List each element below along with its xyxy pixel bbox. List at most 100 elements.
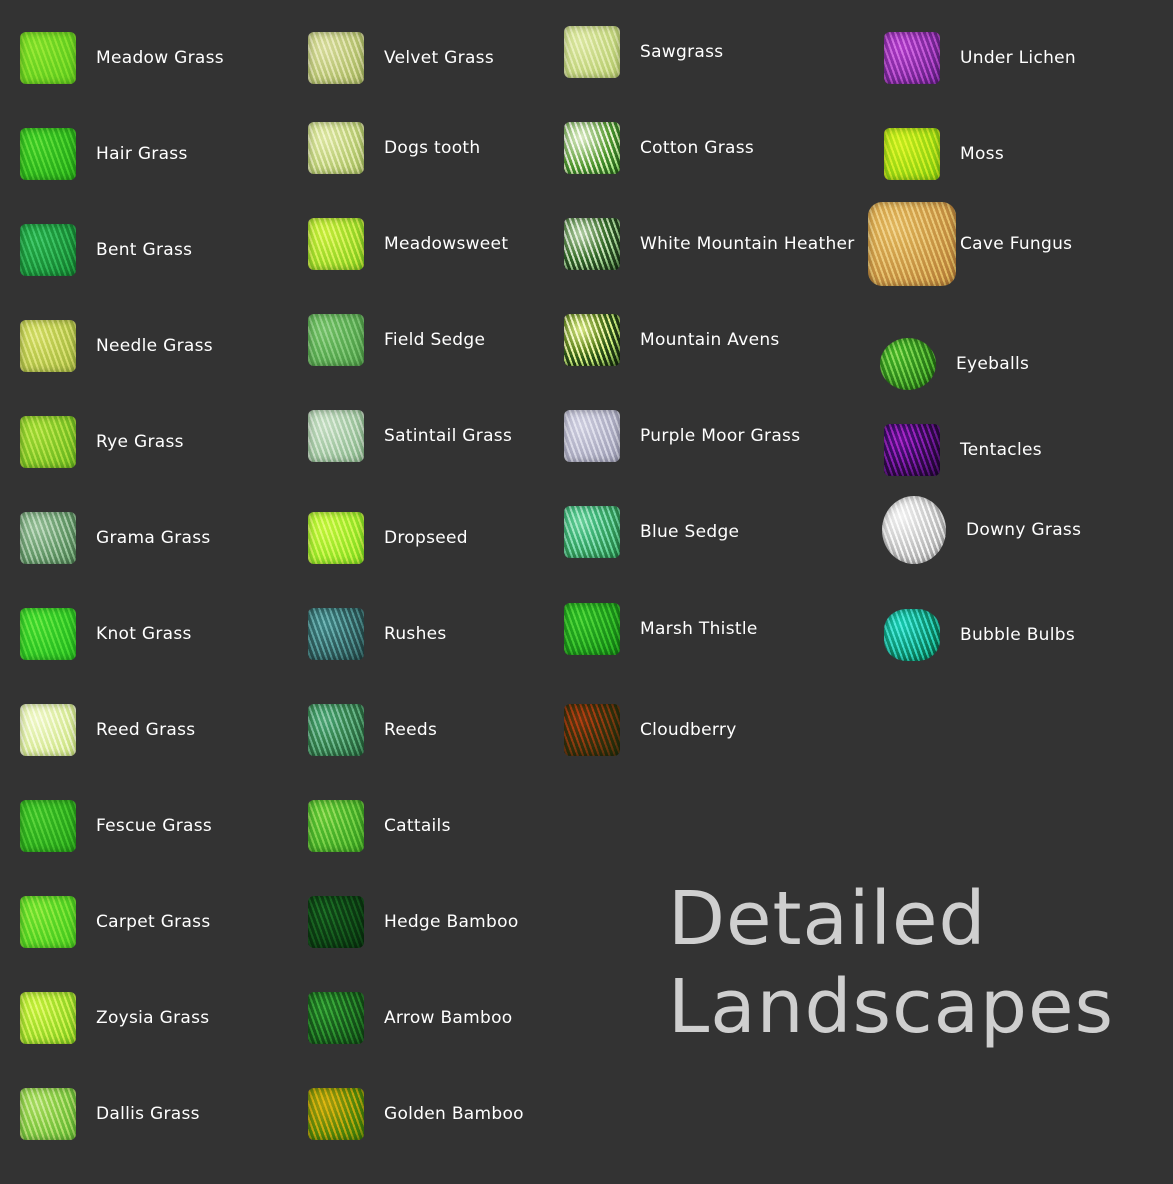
item-label: Rushes (384, 624, 447, 644)
item-tentacles[interactable]: Tentacles (884, 420, 1042, 480)
item-label: Blue Sedge (640, 522, 740, 542)
item-reed-grass[interactable]: Reed Grass (20, 700, 195, 760)
item-label: Reed Grass (96, 720, 196, 740)
rye-grass-icon (20, 416, 76, 468)
item-marsh-thistle[interactable]: Marsh Thistle (564, 599, 758, 659)
item-label: Meadowsweet (384, 234, 509, 254)
satintail-grass-icon (308, 410, 364, 462)
bent-grass-icon (20, 224, 76, 276)
item-bubble-bulbs[interactable]: Bubble Bulbs (884, 605, 1075, 665)
cloudberry-icon (564, 704, 620, 756)
field-sedge-icon (308, 314, 364, 366)
arrow-bamboo-icon (308, 992, 364, 1044)
item-meadowsweet[interactable]: Meadowsweet (308, 214, 508, 274)
item-moss[interactable]: Moss (884, 124, 1004, 184)
item-label: Rye Grass (96, 432, 184, 452)
item-label: Bent Grass (96, 240, 193, 260)
item-satintail-grass[interactable]: Satintail Grass (308, 406, 512, 466)
item-carpet-grass[interactable]: Carpet Grass (20, 892, 211, 952)
item-label: Hedge Bamboo (384, 912, 519, 932)
marsh-thistle-icon (564, 603, 620, 655)
rushes-icon (308, 608, 364, 660)
item-label: White Mountain Heather (640, 234, 855, 254)
item-reeds[interactable]: Reeds (308, 700, 437, 760)
item-blue-sedge[interactable]: Blue Sedge (564, 502, 739, 562)
grama-grass-icon (20, 512, 76, 564)
reed-grass-icon (20, 704, 76, 756)
item-label: Tentacles (960, 440, 1042, 460)
hedge-bamboo-icon (308, 896, 364, 948)
item-cloudberry[interactable]: Cloudberry (564, 700, 737, 760)
item-meadow-grass[interactable]: Meadow Grass (20, 28, 224, 88)
sawgrass-icon (564, 26, 620, 78)
item-label: Bubble Bulbs (960, 625, 1076, 645)
item-dallis-grass[interactable]: Dallis Grass (20, 1084, 200, 1144)
hair-grass-icon (20, 128, 76, 180)
item-purple-moor-grass[interactable]: Purple Moor Grass (564, 406, 800, 466)
item-velvet-grass[interactable]: Velvet Grass (308, 28, 494, 88)
item-label: Sawgrass (640, 42, 724, 62)
moss-icon (884, 128, 940, 180)
zoysia-grass-icon (20, 992, 76, 1044)
item-hedge-bamboo[interactable]: Hedge Bamboo (308, 892, 519, 952)
item-downy-grass[interactable]: Downy Grass (882, 496, 1082, 564)
item-rushes[interactable]: Rushes (308, 604, 447, 664)
meadowsweet-icon (308, 218, 364, 270)
item-label: Velvet Grass (384, 48, 494, 68)
item-dogs-tooth[interactable]: Dogs tooth (308, 118, 480, 178)
item-field-sedge[interactable]: Field Sedge (308, 310, 485, 370)
item-label: Knot Grass (96, 624, 192, 644)
title-line-2: Landscapes (668, 964, 1115, 1050)
item-label: Cloudberry (640, 720, 737, 740)
item-cave-fungus[interactable]: Cave Fungus (868, 202, 1073, 286)
item-label: Hair Grass (96, 144, 188, 164)
dogs-tooth-icon (308, 122, 364, 174)
needle-grass-icon (20, 320, 76, 372)
item-zoysia-grass[interactable]: Zoysia Grass (20, 988, 209, 1048)
item-golden-bamboo[interactable]: Golden Bamboo (308, 1084, 524, 1144)
item-white-mountain-heather[interactable]: White Mountain Heather (564, 214, 855, 274)
item-label: Needle Grass (96, 336, 213, 356)
item-label: Cave Fungus (960, 234, 1073, 254)
cattails-icon (308, 800, 364, 852)
item-label: Field Sedge (384, 330, 486, 350)
dropseed-icon (308, 512, 364, 564)
item-under-lichen[interactable]: Under Lichen (884, 28, 1076, 88)
item-dropseed[interactable]: Dropseed (308, 508, 468, 568)
item-label: Downy Grass (966, 520, 1082, 540)
item-cattails[interactable]: Cattails (308, 796, 451, 856)
purple-moor-grass-icon (564, 410, 620, 462)
item-label: Satintail Grass (384, 426, 513, 446)
golden-bamboo-icon (308, 1088, 364, 1140)
item-grama-grass[interactable]: Grama Grass (20, 508, 211, 568)
item-label: Carpet Grass (96, 912, 211, 932)
item-label: Reeds (384, 720, 438, 740)
item-eyeballs[interactable]: Eyeballs (880, 334, 1029, 394)
catalog-title: Detailed Landscapes (668, 875, 1114, 1051)
meadow-grass-icon (20, 32, 76, 84)
bubble-bulbs-icon (884, 609, 940, 661)
item-label: Dallis Grass (96, 1104, 200, 1124)
item-label: Arrow Bamboo (384, 1008, 513, 1028)
item-fescue-grass[interactable]: Fescue Grass (20, 796, 212, 856)
item-rye-grass[interactable]: Rye Grass (20, 412, 184, 472)
cotton-grass-icon (564, 122, 620, 174)
item-label: Mountain Avens (640, 330, 780, 350)
item-bent-grass[interactable]: Bent Grass (20, 220, 192, 280)
item-needle-grass[interactable]: Needle Grass (20, 316, 213, 376)
blue-sedge-icon (564, 506, 620, 558)
item-label: Purple Moor Grass (640, 426, 801, 446)
carpet-grass-icon (20, 896, 76, 948)
cave-fungus-icon (868, 202, 956, 286)
item-cotton-grass[interactable]: Cotton Grass (564, 118, 754, 178)
item-sawgrass[interactable]: Sawgrass (564, 22, 723, 82)
item-label: Marsh Thistle (640, 619, 758, 639)
item-label: Cattails (384, 816, 451, 836)
item-mountain-avens[interactable]: Mountain Avens (564, 310, 780, 370)
fescue-grass-icon (20, 800, 76, 852)
item-label: Cotton Grass (640, 138, 755, 158)
tentacles-icon (884, 424, 940, 476)
item-knot-grass[interactable]: Knot Grass (20, 604, 192, 664)
item-arrow-bamboo[interactable]: Arrow Bamboo (308, 988, 512, 1048)
item-hair-grass[interactable]: Hair Grass (20, 124, 188, 184)
